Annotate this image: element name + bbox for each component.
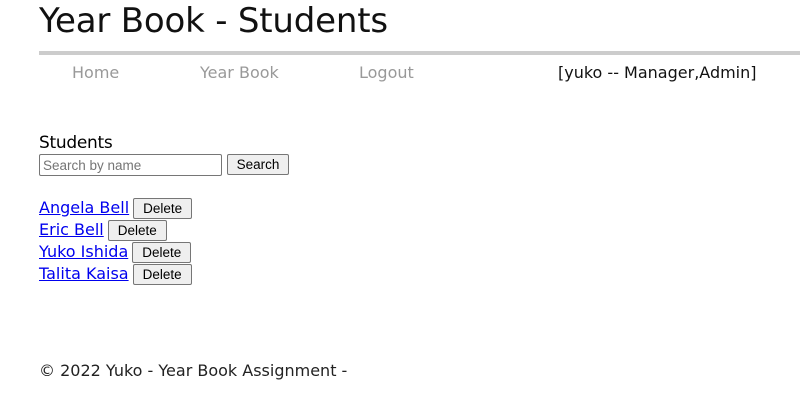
student-name-link[interactable]: Eric Bell xyxy=(39,219,104,241)
students-heading: Students xyxy=(39,133,113,153)
nav-yearbook-link[interactable]: Year Book xyxy=(200,62,279,84)
delete-student-button[interactable]: Delete xyxy=(132,263,192,285)
student-row: Talita Kaisa Delete xyxy=(39,263,192,285)
header-divider xyxy=(39,51,800,55)
student-row: Eric Bell Delete xyxy=(39,219,192,241)
footer-text: © 2022 Yuko - Year Book Assignment - xyxy=(39,361,348,380)
page-title: Year Book - Students xyxy=(39,1,388,41)
student-row: Yuko Ishida Delete xyxy=(39,241,192,263)
student-name-link[interactable]: Talita Kaisa xyxy=(39,263,129,285)
delete-student-button[interactable]: Delete xyxy=(107,219,167,241)
nav-logout-link[interactable]: Logout xyxy=(359,62,414,84)
search-input[interactable] xyxy=(39,154,222,176)
delete-student-button[interactable]: Delete xyxy=(132,241,192,263)
students-list: Angela Bell Delete Eric Bell Delete Yuko Ish… xyxy=(39,197,193,285)
user-info: [yuko -- Manager,Admin] xyxy=(558,63,757,82)
student-name-link[interactable]: Yuko Ishida xyxy=(39,241,128,263)
student-name-link[interactable]: Angela Bell xyxy=(39,197,129,219)
nav-home-link[interactable]: Home xyxy=(72,62,119,84)
student-row: Angela Bell Delete xyxy=(39,197,193,219)
search-button[interactable]: Search xyxy=(227,154,289,175)
delete-student-button[interactable]: Delete xyxy=(133,197,193,219)
